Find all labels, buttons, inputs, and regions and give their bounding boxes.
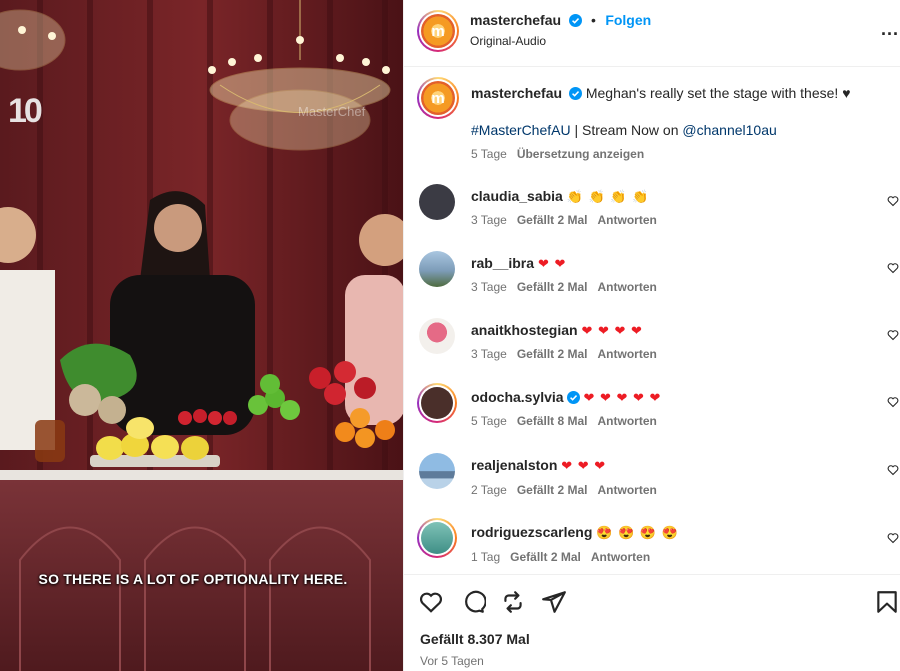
comment-item: rodriguezscarleng 😍 😍 😍 😍 1 Tag Gefällt 2…	[404, 510, 900, 574]
channel-logo: 10	[8, 92, 43, 130]
header-username[interactable]: masterchefau	[470, 12, 561, 28]
comment-username[interactable]: anaitkhostegian	[471, 322, 578, 338]
account-avatar[interactable]: m	[417, 10, 459, 52]
like-heart-icon[interactable]	[418, 589, 444, 615]
post-caption: m masterchefau Meghan's really set the s…	[404, 67, 900, 175]
audio-label[interactable]: Original-Audio	[470, 34, 546, 48]
post-panel: m masterchefau • Folgen Original-Audio .…	[403, 0, 900, 671]
comment-age: 3 Tage	[471, 213, 507, 227]
share-paper-plane-icon[interactable]	[541, 589, 567, 615]
comment-likes[interactable]: Gefällt 8 Mal	[517, 414, 588, 428]
comment-username[interactable]: claudia_sabia	[471, 188, 563, 204]
follow-button[interactable]: Folgen	[605, 12, 651, 28]
translate-button[interactable]: Übersetzung anzeigen	[517, 147, 644, 161]
verified-badge-icon	[568, 87, 582, 100]
video-subtitle: SO THERE IS A LOT OF OPTIONALITY HERE.	[38, 571, 348, 587]
video-watermark: MasterChef	[298, 104, 366, 119]
comment-avatar[interactable]	[419, 184, 455, 220]
comment-username[interactable]: realjenalston	[471, 457, 557, 473]
like-comment-heart-icon[interactable]	[887, 195, 899, 207]
reply-button[interactable]: Antworten	[598, 213, 657, 227]
like-comment-heart-icon[interactable]	[887, 464, 899, 476]
comment-text: ❤ ❤ ❤	[561, 458, 607, 473]
post-date[interactable]: Vor 5 Tagen	[420, 654, 484, 668]
verified-badge-icon	[566, 391, 580, 404]
like-count[interactable]: Gefällt 8.307 Mal	[420, 631, 530, 647]
reply-button[interactable]: Antworten	[591, 550, 650, 564]
comment-likes[interactable]: Gefällt 2 Mal	[517, 483, 588, 497]
comment-item: claudia_sabia 👏 👏 👏 👏 3 Tage Gefällt 2 Ma…	[404, 175, 900, 242]
comment-text: ❤ ❤ ❤ ❤	[581, 323, 643, 338]
comment-item: realjenalston ❤ ❤ ❤ 2 Tage Gefällt 2 Mal A…	[404, 443, 900, 510]
comment-avatar[interactable]	[419, 251, 455, 287]
comment-age: 1 Tag	[471, 550, 501, 564]
caption-mention[interactable]: @channel10au	[682, 122, 776, 138]
comment-item: odocha.sylvia ❤ ❤ ❤ ❤ ❤ 5 Tage Gefällt 8 …	[404, 376, 900, 443]
caption-username[interactable]: masterchefau	[471, 85, 562, 101]
comment-text: 👏 👏 👏 👏	[566, 189, 650, 204]
comment-likes[interactable]: Gefällt 2 Mal	[517, 280, 588, 294]
comment-likes[interactable]: Gefällt 2 Mal	[510, 550, 581, 564]
comment-item: rab__ibra ❤ ❤ 3 Tage Gefällt 2 Mal Antwort…	[404, 242, 900, 309]
save-bookmark-icon[interactable]	[874, 589, 900, 615]
caption-avatar[interactable]: m	[417, 77, 459, 119]
comment-likes[interactable]: Gefällt 2 Mal	[517, 347, 588, 361]
comment-username[interactable]: rab__ibra	[471, 255, 534, 271]
reply-button[interactable]: Antworten	[598, 414, 657, 428]
comment-username[interactable]: rodriguezscarleng	[471, 524, 592, 540]
comment-avatar[interactable]	[419, 318, 455, 354]
post-header: m masterchefau • Folgen Original-Audio .…	[404, 0, 900, 67]
comment-avatar[interactable]	[417, 383, 457, 423]
masterchef-logo-icon: m	[421, 81, 455, 115]
comment-avatar[interactable]	[419, 453, 455, 489]
caption-hashtag[interactable]: #MasterChefAU	[471, 122, 571, 138]
like-comment-heart-icon[interactable]	[887, 532, 899, 544]
comment-text: ❤ ❤ ❤ ❤ ❤	[583, 390, 662, 405]
comment-bubble-icon[interactable]	[460, 589, 486, 615]
like-comment-heart-icon[interactable]	[887, 262, 899, 274]
like-comment-heart-icon[interactable]	[887, 329, 899, 341]
comment-age: 3 Tage	[471, 280, 507, 294]
caption-age: 5 Tage	[471, 147, 507, 161]
comment-likes[interactable]: Gefällt 2 Mal	[517, 213, 588, 227]
verified-badge-icon	[568, 14, 582, 27]
like-comment-heart-icon[interactable]	[887, 396, 899, 408]
comment-text: ❤ ❤	[537, 256, 567, 271]
comment-age: 3 Tage	[471, 347, 507, 361]
reply-button[interactable]: Antworten	[598, 280, 657, 294]
caption-middle-text: | Stream Now on	[570, 122, 683, 138]
reply-button[interactable]: Antworten	[598, 483, 657, 497]
comment-item: anaitkhostegian ❤ ❤ ❤ ❤ 3 Tage Gefällt 2 …	[404, 309, 900, 376]
reply-button[interactable]: Antworten	[598, 347, 657, 361]
comment-username[interactable]: odocha.sylvia	[471, 389, 564, 405]
repost-icon[interactable]	[500, 589, 526, 615]
video-player[interactable]: 10 MasterChef SO THERE IS A LOT OF OPTIO…	[0, 0, 403, 671]
header-separator: •	[590, 12, 596, 28]
comment-age: 5 Tage	[471, 414, 507, 428]
masterchef-logo-icon: m	[421, 14, 455, 48]
comment-avatar[interactable]	[417, 518, 457, 558]
caption-text: Meghan's really set the stage with these…	[585, 85, 851, 101]
comment-text: 😍 😍 😍 😍	[596, 525, 679, 540]
more-options-button[interactable]: ...	[881, 19, 900, 40]
comment-age: 2 Tage	[471, 483, 507, 497]
